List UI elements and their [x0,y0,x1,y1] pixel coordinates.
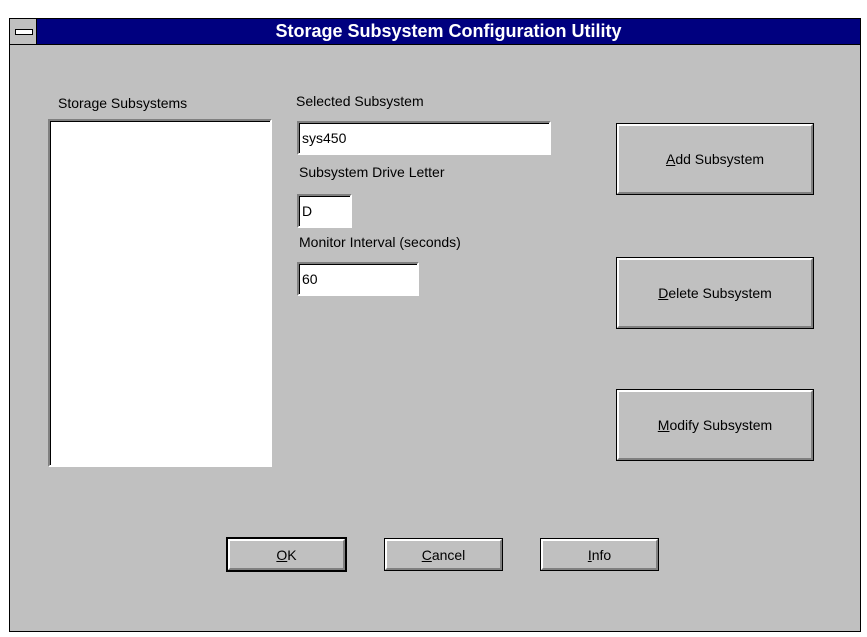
ok-button[interactable]: OK [226,537,347,572]
modify-subsystem-button[interactable]: Modify Subsystem [616,389,814,461]
system-menu-button[interactable] [10,19,37,44]
modify-subsystem-mnemonic: M [657,417,670,433]
selected-subsystem-label: Selected Subsystem [296,93,424,109]
subsystems-listbox[interactable] [48,119,272,467]
cancel-mnemonic: C [421,546,432,563]
config-dialog: Storage Subsystem Configuration Utility … [9,18,861,632]
cancel-label: ancel [431,546,466,563]
drive-letter-label: Subsystem Drive Letter [299,164,445,180]
drive-letter-field-box [297,194,352,228]
add-subsystem-mnemonic: A [665,151,676,167]
info-label: nfo [591,546,612,563]
modify-subsystem-label: odify Subsystem [669,417,773,433]
monitor-interval-field-box [297,262,419,296]
delete-subsystem-label: elete Subsystem [668,285,772,301]
monitor-interval-input[interactable] [299,264,417,294]
cancel-button[interactable]: Cancel [384,538,503,571]
monitor-interval-label: Monitor Interval (seconds) [299,234,461,250]
selected-subsystem-input[interactable] [299,123,549,153]
ok-mnemonic: O [276,546,288,563]
info-button[interactable]: Info [540,538,659,571]
add-subsystem-label: dd Subsystem [675,151,765,167]
ok-label: K [287,546,297,563]
system-menu-icon [15,29,33,35]
drive-letter-input[interactable] [299,196,350,226]
title-bar: Storage Subsystem Configuration Utility [10,19,860,45]
delete-subsystem-mnemonic: D [658,285,669,301]
delete-subsystem-button[interactable]: Delete Subsystem [616,257,814,329]
selected-subsystem-field-box [297,121,551,155]
subsystems-list-label: Storage Subsystems [58,95,188,111]
add-subsystem-button[interactable]: Add Subsystem [616,123,814,195]
window-title: Storage Subsystem Configuration Utility [275,21,622,41]
